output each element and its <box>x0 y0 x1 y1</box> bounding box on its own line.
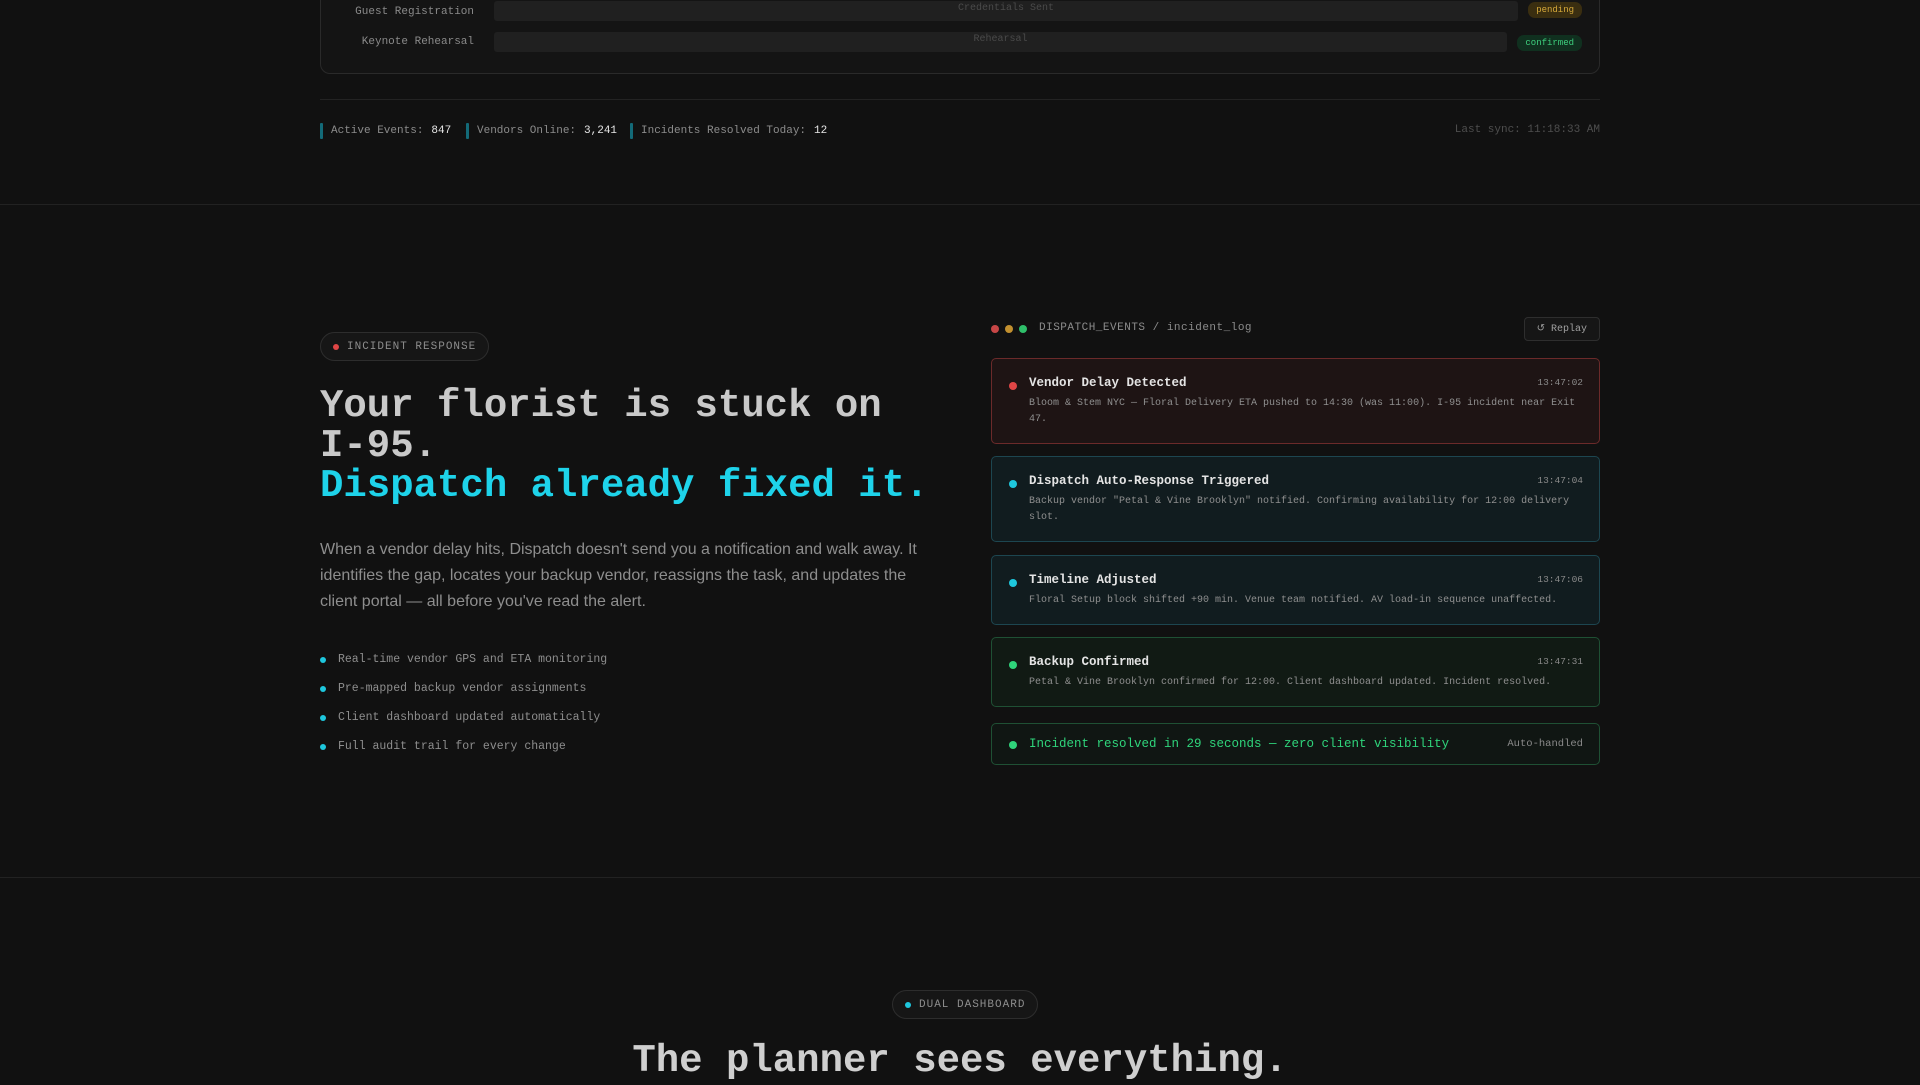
event-card-timeline-adjusted[interactable]: Timeline Adjusted 13:47:06 Floral Setup … <box>991 555 1600 625</box>
incident-response-pill: INCIDENT RESPONSE <box>320 332 490 361</box>
event-time: 13:47:02 <box>1537 377 1583 388</box>
timeline-row-label: Guest Registration <box>355 6 474 18</box>
stat-label: Vendors Online: <box>477 125 577 137</box>
log-path: DISPATCH_EVENTS / incident_log <box>1039 322 1253 334</box>
event-desc: Floral Setup block shifted +90 min. Venu… <box>1029 595 1558 606</box>
stat-label: Active Events: <box>331 125 424 137</box>
event-title: Dispatch Auto-Response Triggered <box>1029 474 1270 488</box>
feature-list: Real-time vendor GPS and ETA monitoring … <box>320 645 607 761</box>
stat-active-events: Active Events: 847 <box>320 123 451 139</box>
headline: Your florist is stuck on I-95. Dispatch … <box>320 386 940 506</box>
stat-vendors-online: Vendors Online: 3,241 <box>466 123 617 139</box>
event-card-auto-response[interactable]: Dispatch Auto-Response Triggered 13:47:0… <box>991 456 1600 542</box>
event-title: Backup Confirmed <box>1029 655 1150 669</box>
list-item: Client dashboard updated automatically <box>320 703 607 732</box>
section-title: The planner sees everything. <box>632 1039 1288 1083</box>
list-item: Real-time vendor GPS and ETA monitoring <box>320 645 607 674</box>
event-desc: Bloom & Stem NYC — Floral Delivery ETA p… <box>1029 398 1576 425</box>
success-dot-icon <box>1009 741 1017 749</box>
event-card-vendor-delay[interactable]: Vendor Delay Detected 13:47:02 Bloom & S… <box>991 358 1600 444</box>
bullet-icon <box>320 656 326 663</box>
lead-paragraph: When a vendor delay hits, Dispatch doesn… <box>320 541 917 610</box>
replay-icon: ↺ <box>1536 324 1545 335</box>
window-minimize-dot-icon <box>1005 325 1013 333</box>
timeline-row: Guest Registration Credentials Sent pend… <box>321 1 1599 23</box>
event-time: 13:47:06 <box>1537 574 1583 585</box>
timeline-row-label: Keynote Rehearsal <box>361 36 474 48</box>
feature-text: Full audit trail for every change <box>338 740 566 753</box>
list-item: Pre-mapped backup vendor assignments <box>320 674 607 703</box>
event-title: Timeline Adjusted <box>1029 573 1157 587</box>
window-maximize-dot-icon <box>1019 325 1027 333</box>
resolution-text: Incident resolved in 29 seconds — zero c… <box>1029 737 1450 751</box>
timeline-bar[interactable]: Credentials Sent <box>494 1 1518 21</box>
stat-value: 12 <box>814 125 828 137</box>
feature-text: Client dashboard updated automatically <box>338 711 601 724</box>
replay-label: Replay <box>1550 323 1587 335</box>
bullet-icon <box>320 685 326 692</box>
divider <box>320 99 1600 100</box>
resolution-banner: Incident resolved in 29 seconds — zero c… <box>991 723 1600 765</box>
section-divider <box>0 204 1920 205</box>
timeline-row: Keynote Rehearsal Rehearsal confirmed <box>321 31 1599 53</box>
last-sync: Last sync: 11:18:33 AM <box>1454 124 1600 136</box>
event-title: Vendor Delay Detected <box>1029 376 1187 390</box>
dual-dashboard-pill: DUAL DASHBOARD <box>892 990 1039 1019</box>
log-header: DISPATCH_EVENTS / incident_log ↺ Replay <box>991 316 1600 342</box>
event-card-backup-confirmed[interactable]: Backup Confirmed 13:47:31 Petal & Vine B… <box>991 637 1600 707</box>
headline-main: Your florist is stuck on I-95. <box>320 384 882 468</box>
stat-incidents-resolved: Incidents Resolved Today: 12 <box>630 123 827 139</box>
alert-dot-icon <box>1009 382 1017 390</box>
stat-value: 3,241 <box>584 125 618 137</box>
success-dot-icon <box>1009 661 1017 669</box>
timeline-bar[interactable]: Rehearsal <box>494 32 1507 52</box>
status-badge-confirmed: confirmed <box>1517 35 1582 51</box>
bullet-icon <box>320 743 326 750</box>
auto-handled-tag: Auto-handled <box>1507 738 1583 750</box>
event-desc: Backup vendor "Petal & Vine Brooklyn" no… <box>1029 496 1570 523</box>
list-item: Full audit trail for every change <box>320 732 607 761</box>
timeline-card: Guest Registration Credentials Sent pend… <box>320 0 1600 74</box>
cyan-dot-icon <box>905 1001 911 1008</box>
info-dot-icon <box>1009 480 1017 488</box>
feature-text: Pre-mapped backup vendor assignments <box>338 682 587 695</box>
feature-text: Real-time vendor GPS and ETA monitoring <box>338 653 608 666</box>
replay-button[interactable]: ↺ Replay <box>1523 317 1600 341</box>
bullet-icon <box>320 714 326 721</box>
pill-label: INCIDENT RESPONSE <box>347 340 477 353</box>
stat-label: Incidents Resolved Today: <box>641 125 807 137</box>
stats-bar: Active Events: 847 Vendors Online: 3,241… <box>320 123 1600 139</box>
event-time: 13:47:04 <box>1537 475 1583 486</box>
headline-accent: Dispatch already fixed it. <box>320 464 929 508</box>
red-dot-icon <box>333 343 339 350</box>
stat-value: 847 <box>431 125 452 137</box>
status-badge-pending: pending <box>1528 2 1582 18</box>
section-divider <box>0 877 1920 878</box>
window-close-dot-icon <box>991 325 999 333</box>
pill-label: DUAL DASHBOARD <box>919 998 1026 1011</box>
event-desc: Petal & Vine Brooklyn confirmed for 12:0… <box>1029 677 1552 688</box>
event-time: 13:47:31 <box>1537 656 1583 667</box>
info-dot-icon <box>1009 579 1017 587</box>
